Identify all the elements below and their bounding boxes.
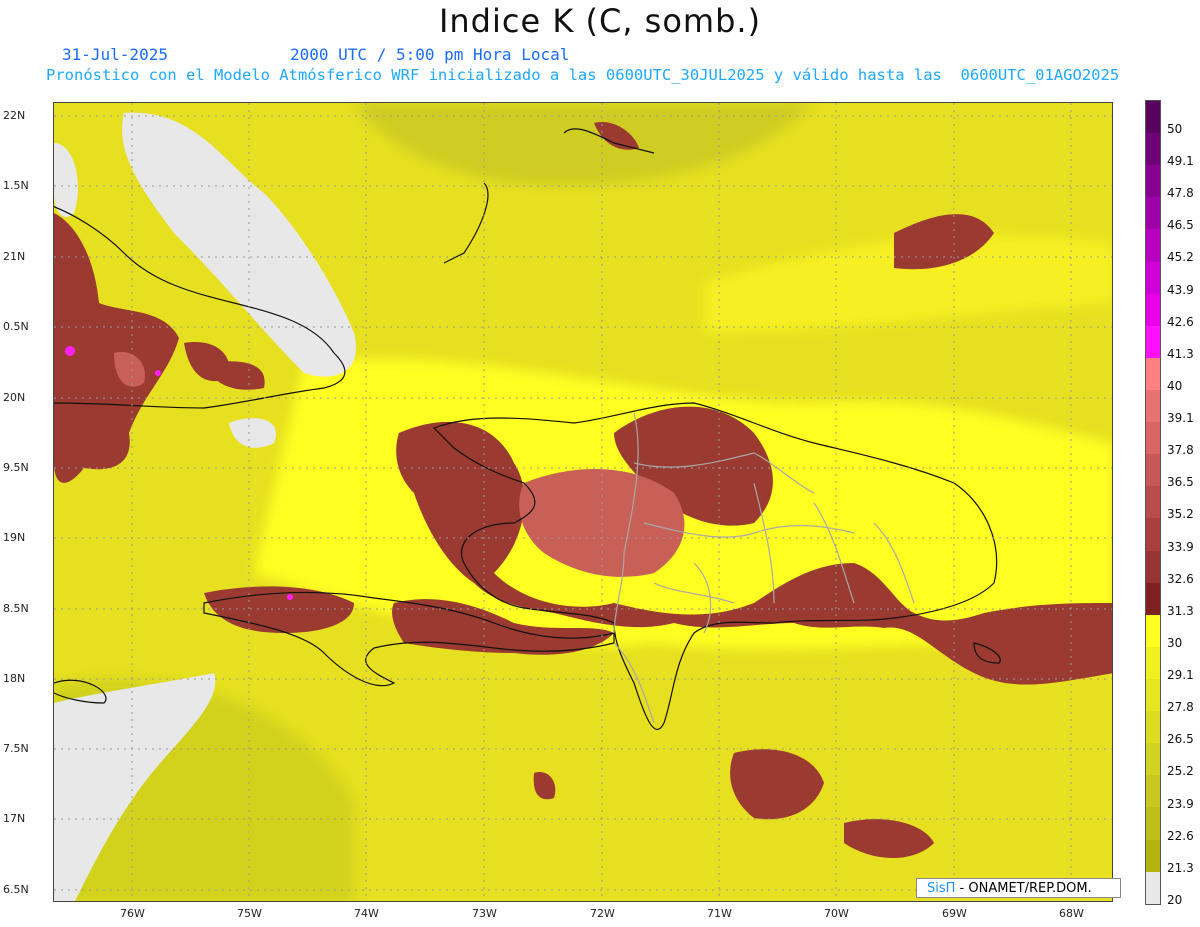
colorbar-swatch [1146, 293, 1160, 326]
colorbar-swatch [1146, 839, 1160, 872]
sispi-logo: SisΠ [927, 881, 956, 896]
lon-label: 70W [824, 907, 849, 920]
forecast-date: 31-Jul-2025 [62, 45, 168, 64]
valid-time: 2000 UTC / 5:00 pm Hora Local [290, 45, 570, 64]
colorbar-swatch [1146, 678, 1160, 712]
lat-label: 0.5N [3, 320, 29, 333]
peak-spot [65, 346, 75, 356]
colorbar-label: 43.9 [1167, 282, 1194, 297]
colorbar-swatch [1146, 871, 1160, 904]
colorbar-label: 32.6 [1167, 571, 1194, 586]
colorbar-swatch [1146, 197, 1160, 230]
colorbar-swatch [1146, 743, 1160, 776]
credit-text: - ONAMET/REP.DOM. [955, 881, 1092, 896]
lon-label: 74W [354, 907, 379, 920]
lat-label: 8.5N [3, 602, 29, 615]
colorbar-swatch [1146, 389, 1160, 423]
colorbar-swatch [1146, 582, 1160, 615]
colorbar-label: 36.5 [1167, 475, 1194, 490]
colorbar-swatch [1146, 454, 1160, 487]
colorbar-swatch [1146, 646, 1160, 679]
colorbar-label: 21.3 [1167, 860, 1194, 875]
lat-label: 21N [3, 250, 26, 263]
map-canvas [54, 103, 1112, 901]
lat-label: 9.5N [3, 461, 29, 474]
lon-label: 76W [120, 907, 145, 920]
colorbar-swatch [1146, 550, 1160, 583]
colorbar-label: 39.1 [1167, 411, 1194, 426]
colorbar-label: 33.9 [1167, 539, 1194, 554]
colorbar-label: 35.2 [1167, 507, 1194, 522]
lat-label: 6.5N [3, 883, 29, 896]
credit-box: SisΠ - ONAMET/REP.DOM. [916, 878, 1121, 898]
colorbar-label: 31.3 [1167, 603, 1194, 618]
colorbar-label: 26.5 [1167, 732, 1194, 747]
colorbar-swatch [1146, 486, 1160, 519]
colorbar-swatch [1146, 165, 1160, 198]
lon-label: 68W [1059, 907, 1084, 920]
colorbar-swatch [1146, 261, 1160, 294]
colorbar-label: 42.6 [1167, 314, 1194, 329]
colorbar-swatch [1146, 229, 1160, 262]
model-description: Pronóstico con el Modelo Atmósferico WRF… [46, 66, 1120, 84]
lon-label: 69W [942, 907, 967, 920]
colorbar-label: 40 [1167, 378, 1183, 393]
colorbar-swatch [1146, 614, 1160, 647]
colorbar-label: 25.2 [1167, 764, 1194, 779]
colorbar-swatch [1146, 775, 1160, 808]
lon-label: 72W [590, 907, 615, 920]
lon-label: 75W [237, 907, 262, 920]
lon-label: 71W [707, 907, 732, 920]
colorbar-label: 41.3 [1167, 346, 1194, 361]
colorbar-swatch [1146, 807, 1160, 840]
colorbar-swatch [1146, 422, 1160, 455]
colorbar-label: 20 [1167, 892, 1183, 907]
colorbar-label: 45.2 [1167, 250, 1194, 265]
colorbar-swatch [1146, 133, 1160, 166]
colorbar-label: 37.8 [1167, 443, 1194, 458]
colorbar-label: 27.8 [1167, 700, 1194, 715]
colorbar-label: 49.1 [1167, 154, 1194, 169]
lat-label: 17N [3, 812, 26, 825]
lat-label: 7.5N [3, 742, 29, 755]
colorbar-swatch [1146, 101, 1160, 134]
lat-label: 18N [3, 672, 26, 685]
lat-label: 20N [3, 391, 26, 404]
lat-label: 22N [3, 109, 26, 122]
colorbar-label: 50 [1167, 122, 1183, 136]
map-title: Indice K (C, somb.) [438, 2, 762, 40]
colorbar-swatch [1146, 357, 1160, 390]
colorbar-swatch [1146, 325, 1160, 358]
colorbar-label: 47.8 [1167, 186, 1194, 201]
lat-label: 19N [3, 531, 26, 544]
colorbar-label: 46.5 [1167, 218, 1194, 233]
colorbar-swatch [1146, 711, 1160, 744]
colorbar-label: 29.1 [1167, 668, 1194, 683]
k-index-map [53, 102, 1113, 902]
colorbar [1145, 100, 1161, 905]
colorbar-label: 23.9 [1167, 796, 1194, 811]
lat-label: 1.5N [3, 179, 29, 192]
colorbar-swatch [1146, 518, 1160, 551]
colorbar-label: 30 [1167, 635, 1183, 650]
colorbar-label: 22.6 [1167, 828, 1194, 843]
lon-label: 73W [472, 907, 497, 920]
